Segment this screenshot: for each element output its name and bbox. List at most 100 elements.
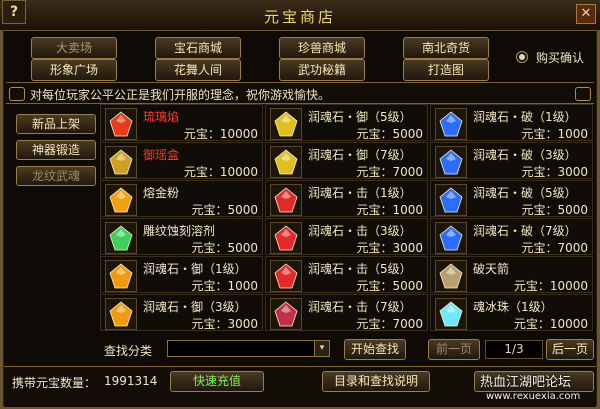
item-cell[interactable]: 润魂石・破（7级） 元宝：7000 xyxy=(430,218,593,255)
item-name: 熔金粉 xyxy=(143,186,180,200)
item-slot[interactable] xyxy=(435,260,467,292)
sidebar-artifact-forge[interactable]: 神器锻造 xyxy=(16,140,96,160)
item-cell[interactable]: 熔金粉 元宝：5000 xyxy=(100,180,263,217)
blue-gem-icon xyxy=(439,111,463,137)
orange-gem-icon xyxy=(109,263,133,289)
quick-recharge-button[interactable]: 快速充值 xyxy=(170,371,264,392)
close-button[interactable]: ✕ xyxy=(576,4,596,24)
item-name: 润魂石・御（5级） xyxy=(308,110,412,124)
item-price: 元宝：1000 xyxy=(521,127,588,141)
item-cell[interactable]: 御瑶盒 元宝：10000 xyxy=(100,142,263,179)
item-name: 润魂石・击（7级） xyxy=(308,300,412,314)
item-price: 元宝：7000 xyxy=(356,317,423,331)
sidebar-new-items[interactable]: 新品上架 xyxy=(16,114,96,134)
item-slot[interactable] xyxy=(435,184,467,216)
yellow-gem-icon xyxy=(274,111,298,137)
search-category-label: 查找分类 xyxy=(104,344,153,358)
item-slot[interactable] xyxy=(105,108,137,140)
item-slot[interactable] xyxy=(105,298,137,330)
category-dropdown-icon[interactable]: ▾ xyxy=(314,340,330,357)
nav-flower-dance-button[interactable]: 花舞人间 xyxy=(155,59,241,81)
item-slot[interactable] xyxy=(435,146,467,178)
item-name: 润魂石・御（3级） xyxy=(143,300,247,314)
item-slot[interactable] xyxy=(270,260,302,292)
item-cell[interactable]: 润魂石・御（7级） 元宝：7000 xyxy=(265,142,428,179)
item-cell[interactable]: 润魂石・击（7级） 元宝：7000 xyxy=(265,294,428,331)
search-category-input[interactable] xyxy=(167,340,315,357)
prev-page-button[interactable]: 前一页 xyxy=(428,339,480,360)
item-cell[interactable]: 润魂石・御（5级） 元宝：5000 xyxy=(265,104,428,141)
item-name: 御瑶盒 xyxy=(143,148,180,162)
catalog-help-button[interactable]: 目录和查找说明 xyxy=(322,371,430,392)
nav-forge-recipe-button[interactable]: 打造图 xyxy=(403,59,489,81)
item-slot[interactable] xyxy=(105,184,137,216)
item-slot[interactable] xyxy=(105,146,137,178)
item-price: 元宝：3000 xyxy=(191,317,258,331)
blue-gem-icon xyxy=(439,149,463,175)
ingot-label: 携带元宝数量： xyxy=(12,376,97,390)
item-slot[interactable] xyxy=(270,184,302,216)
nav-martial-arts-button[interactable]: 武功秘籍 xyxy=(279,59,365,81)
item-cell[interactable]: 琉璃焰 元宝：10000 xyxy=(100,104,263,141)
ice-orb-icon xyxy=(439,301,463,327)
item-cell[interactable]: 雕纹蚀刻溶剂 元宝：5000 xyxy=(100,218,263,255)
item-cell[interactable]: 润魂石・破（3级） 元宝：3000 xyxy=(430,142,593,179)
item-name: 润魂石・破（3级） xyxy=(473,148,577,162)
purchase-confirm-radio[interactable] xyxy=(516,51,528,63)
blue-gem-icon xyxy=(439,225,463,251)
item-slot[interactable] xyxy=(105,222,137,254)
item-price: 元宝：7000 xyxy=(521,241,588,255)
item-cell[interactable]: 润魂石・御（1级） 元宝：1000 xyxy=(100,256,263,293)
item-slot[interactable] xyxy=(270,298,302,330)
window-title: 元宝商店 xyxy=(263,8,336,26)
item-price: 元宝：5000 xyxy=(521,203,588,217)
item-name: 润魂石・击（5级） xyxy=(308,262,412,276)
item-slot[interactable] xyxy=(270,146,302,178)
item-cell[interactable]: 润魂石・御（3级） 元宝：3000 xyxy=(100,294,263,331)
sidebar-dragon-soul[interactable]: 龙纹武魂 xyxy=(16,166,96,186)
item-cell[interactable]: 润魂石・破（1级） 元宝：1000 xyxy=(430,104,593,141)
item-cell[interactable]: 破天箭 元宝：10000 xyxy=(430,256,593,293)
watermark: 热血江湖吧论坛 www.rexuexia.com xyxy=(480,371,592,407)
item-price: 元宝：10000 xyxy=(183,127,258,141)
item-slot[interactable] xyxy=(270,108,302,140)
orange-gem-icon xyxy=(109,301,133,327)
item-name: 雕纹蚀刻溶剂 xyxy=(143,224,216,238)
green-solvent-icon xyxy=(109,225,133,251)
nav-gem-mall-button[interactable]: 宝石商城 xyxy=(155,37,241,59)
item-cell[interactable]: 润魂石・击（5级） 元宝：5000 xyxy=(265,256,428,293)
item-slot[interactable] xyxy=(105,260,137,292)
item-slot[interactable] xyxy=(435,222,467,254)
red-gem-icon xyxy=(274,263,298,289)
item-price: 元宝：5000 xyxy=(356,127,423,141)
nav-appearance-button[interactable]: 形象广场 xyxy=(31,59,117,81)
start-search-button[interactable]: 开始查找 xyxy=(344,339,406,360)
item-price: 元宝：5000 xyxy=(356,279,423,293)
page-indicator: 1/3 xyxy=(485,340,543,359)
item-name: 润魂石・破（5级） xyxy=(473,186,577,200)
item-cell[interactable]: 魂冰珠（1级） 元宝：10000 xyxy=(430,294,593,331)
nav-bazaar-button[interactable]: 大卖场 xyxy=(31,37,117,59)
item-name: 破天箭 xyxy=(473,262,510,276)
item-price: 元宝：10000 xyxy=(183,165,258,179)
next-page-button[interactable]: 后一页 xyxy=(546,339,594,360)
item-price: 元宝：10000 xyxy=(513,279,588,293)
notice-text: 对每位玩家公平公正是我们开服的理念，祝你游戏愉快。 xyxy=(30,88,331,102)
item-cell[interactable]: 润魂石・破（5级） 元宝：5000 xyxy=(430,180,593,217)
item-cell[interactable]: 润魂石・击（3级） 元宝：3000 xyxy=(265,218,428,255)
nav-rare-goods-button[interactable]: 南北奇货 xyxy=(403,37,489,59)
item-slot[interactable] xyxy=(435,298,467,330)
gold-box-icon xyxy=(109,149,133,175)
item-name: 润魂石・御（7级） xyxy=(308,148,412,162)
purchase-confirm-label: 购买确认 xyxy=(536,51,585,65)
item-name: 润魂石・破（1级） xyxy=(473,110,577,124)
notice-banner: 对每位玩家公平公正是我们开服的理念，祝你游戏愉快。 xyxy=(6,82,594,104)
item-slot[interactable] xyxy=(270,222,302,254)
nav-pet-mall-button[interactable]: 珍兽商城 xyxy=(279,37,365,59)
item-price: 元宝：3000 xyxy=(521,165,588,179)
watermark-url: www.rexuexia.com xyxy=(486,391,581,402)
item-name: 润魂石・击（3级） xyxy=(308,224,412,238)
sidebar: 新品上架 神器锻造 龙纹武魂 xyxy=(6,106,98,330)
item-slot[interactable] xyxy=(435,108,467,140)
item-cell[interactable]: 润魂石・击（1级） 元宝：1000 xyxy=(265,180,428,217)
